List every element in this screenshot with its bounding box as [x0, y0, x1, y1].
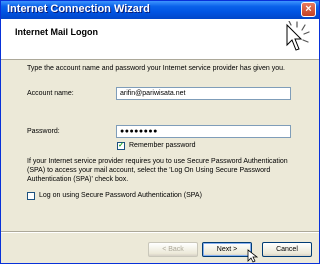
account-name-label: Account name:: [27, 90, 74, 97]
next-button[interactable]: Next >: [202, 242, 252, 257]
back-button[interactable]: < Back: [148, 242, 198, 257]
mouse-cursor-icon: [247, 249, 259, 263]
spa-checkbox-label[interactable]: Log on using Secure Password Authenticat…: [39, 192, 202, 199]
spa-description: If your Internet service provider requir…: [27, 158, 288, 183]
close-button[interactable]: ×: [301, 2, 316, 17]
password-input[interactable]: ●●●●●●●●: [116, 125, 291, 138]
instructions-text: Type the account name and password your …: [27, 65, 285, 72]
title-bar[interactable]: Internet Connection Wizard ×: [1, 1, 319, 19]
wizard-sparkle-icon: [286, 21, 310, 51]
spa-checkbox[interactable]: [27, 192, 35, 200]
wizard-body: Type the account name and password your …: [1, 60, 319, 231]
cancel-button[interactable]: Cancel: [262, 242, 312, 257]
wizard-header: Internet Mail Logon: [1, 19, 319, 60]
wizard-window: Internet Connection Wizard × Internet Ma…: [0, 0, 320, 264]
button-separator: [1, 231, 319, 233]
window-title: Internet Connection Wizard: [7, 3, 150, 15]
password-label: Password:: [27, 128, 60, 135]
account-name-input[interactable]: arifin@pariwisata.net: [116, 87, 291, 100]
page-title: Internet Mail Logon: [15, 27, 98, 37]
remember-password-checkbox[interactable]: ✓: [117, 142, 125, 150]
remember-password-label[interactable]: Remember password: [129, 142, 196, 149]
